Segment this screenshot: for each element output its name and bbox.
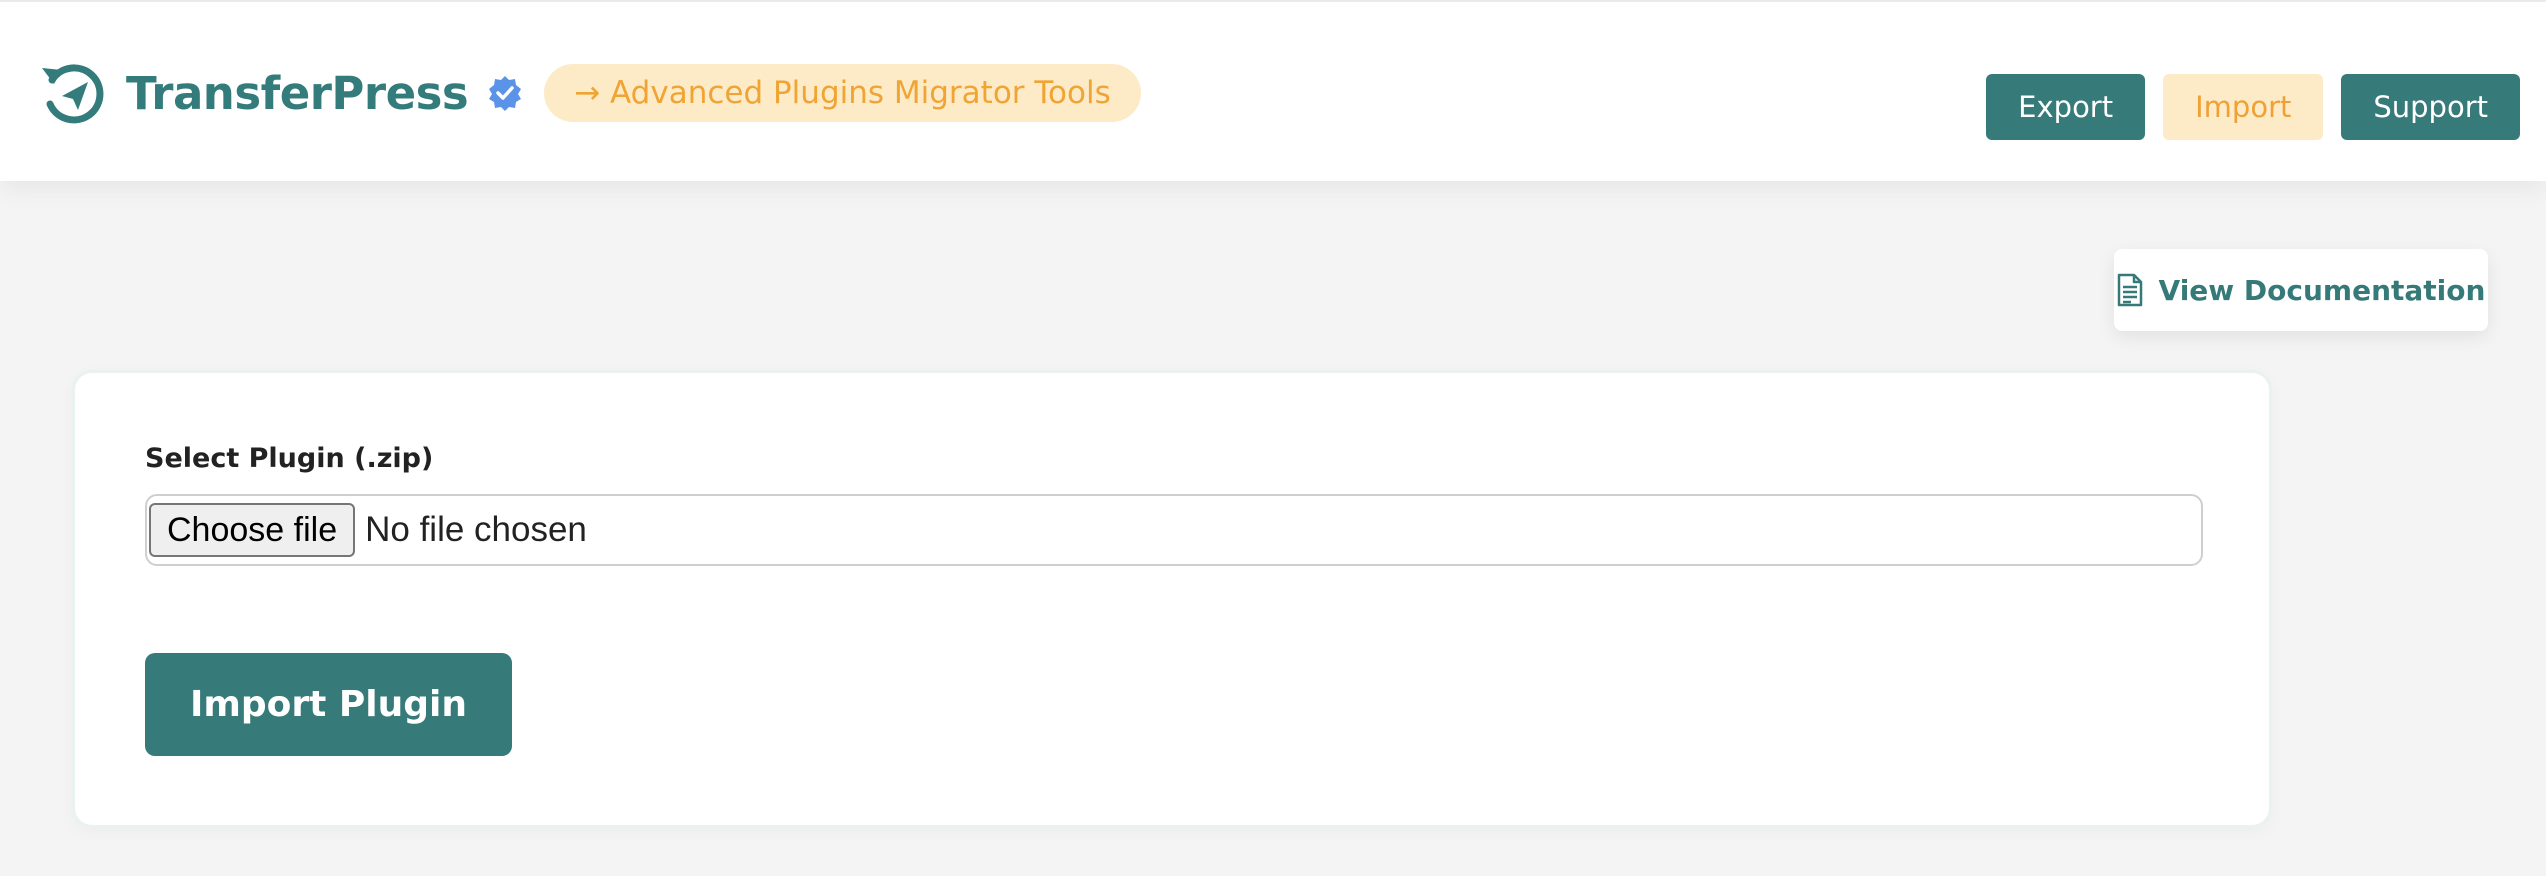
view-documentation-label: View Documentation [2158, 273, 2486, 307]
header-nav: Export Import Support [1986, 74, 2520, 140]
verified-badge-icon [489, 76, 522, 111]
view-documentation-button[interactable]: View Documentation [2114, 249, 2488, 331]
refresh-send-icon[interactable] [38, 58, 108, 128]
file-status-text: No file chosen [365, 510, 587, 549]
import-card: Select Plugin (.zip) Choose file No file… [72, 370, 2272, 828]
choose-file-button[interactable]: Choose file [149, 503, 356, 557]
import-plugin-button[interactable]: Import Plugin [145, 653, 512, 756]
document-icon [2117, 273, 2142, 307]
export-button[interactable]: Export [1986, 74, 2146, 140]
tagline-badge: → Advanced Plugins Migrator Tools [544, 64, 1141, 122]
page: TransferPress → Advanced Plugins Migrato… [0, 0, 2546, 876]
plugin-file-input[interactable]: Choose file No file chosen [145, 494, 2203, 566]
support-button[interactable]: Support [2341, 74, 2520, 140]
select-plugin-label: Select Plugin (.zip) [145, 443, 434, 474]
brand: TransferPress → Advanced Plugins Migrato… [38, 58, 1141, 128]
top-header: TransferPress → Advanced Plugins Migrato… [0, 0, 2546, 181]
import-button[interactable]: Import [2163, 74, 2324, 140]
brand-name[interactable]: TransferPress [126, 67, 469, 120]
